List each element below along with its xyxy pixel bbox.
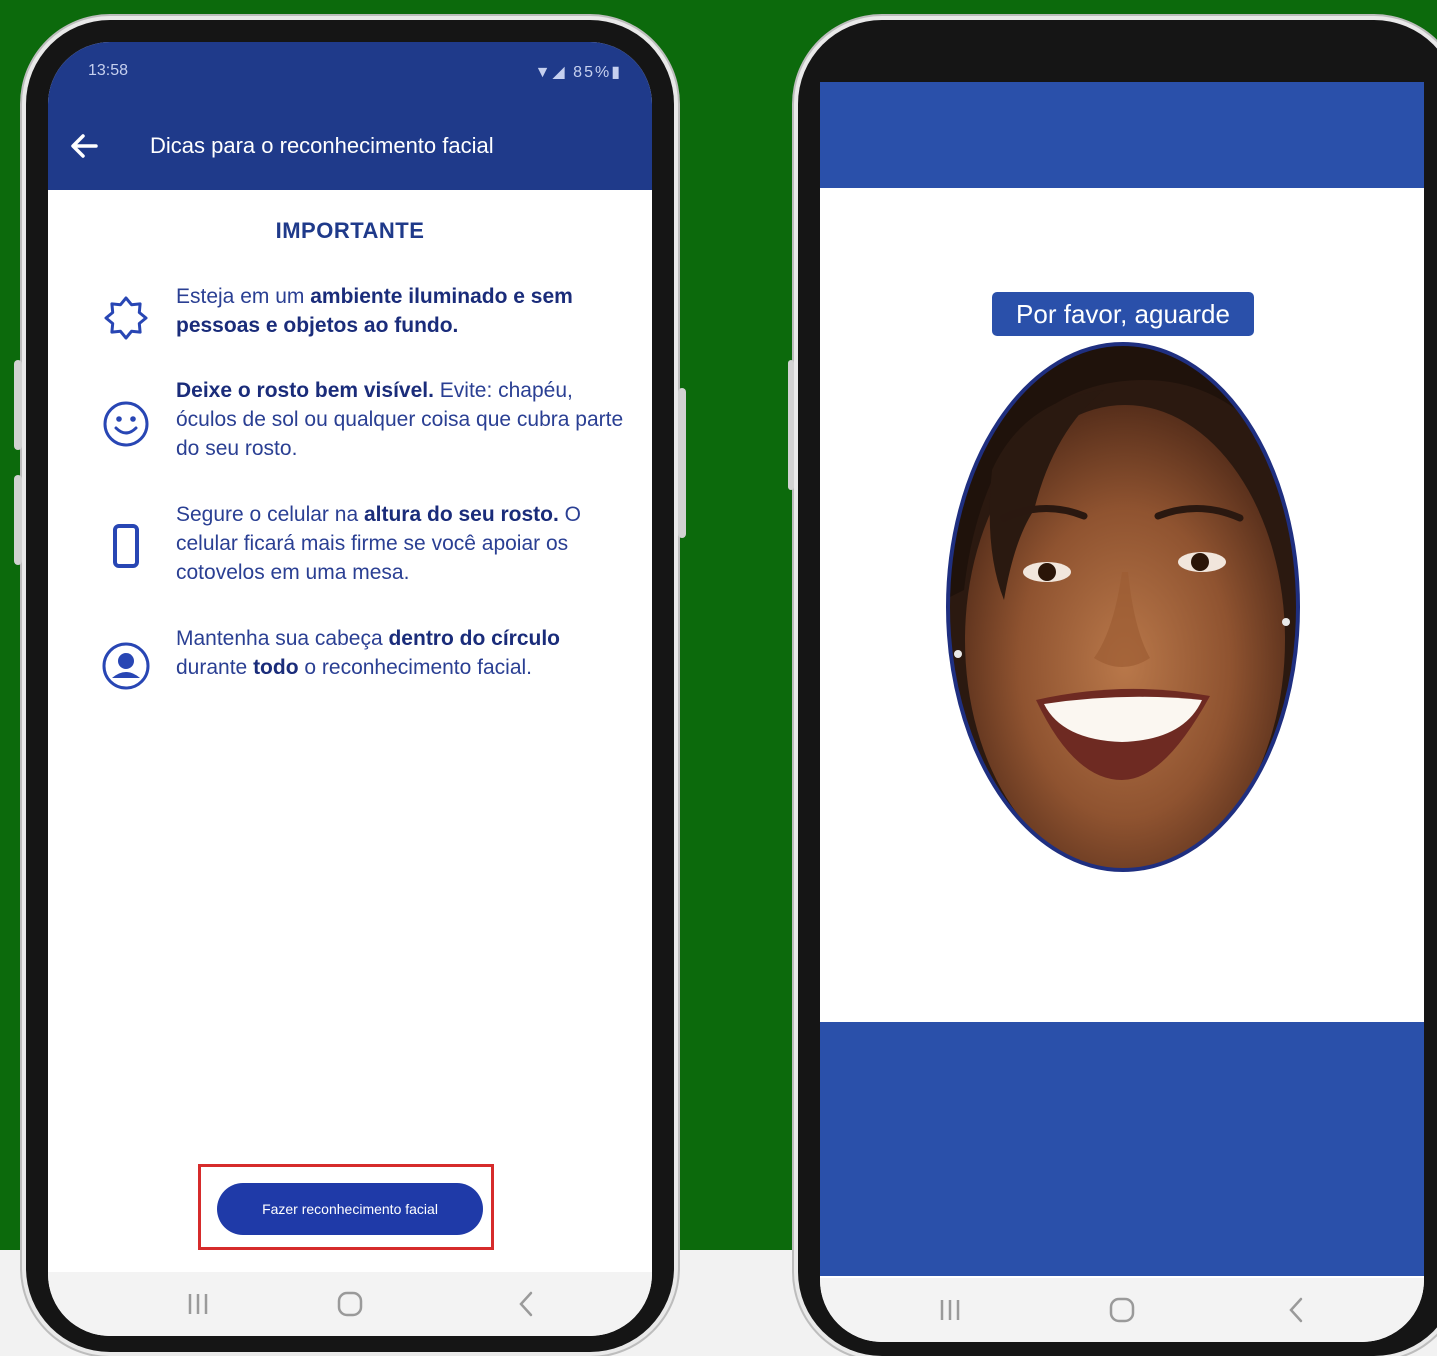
- app-bar: Dicas para o reconhecimento facial: [48, 100, 652, 190]
- tip-text-bold: todo: [253, 656, 299, 679]
- status-bar: 13:58 ▼◢ 85%▮: [48, 42, 652, 100]
- tip-text-regular: Esteja em um: [176, 285, 311, 308]
- side-button: [678, 388, 686, 538]
- tip-text-regular: Mantenha sua cabeça: [176, 627, 389, 650]
- power-button: [14, 475, 22, 565]
- page-title: Dicas para o reconhecimento facial: [150, 133, 494, 158]
- tip-text: Segure o celular na altura do seu rosto.…: [176, 500, 636, 587]
- tip-text: Mantenha sua cabeça dentro do círculo du…: [176, 624, 636, 682]
- system-nav-bar: [48, 1272, 652, 1336]
- recent-apps-icon[interactable]: [900, 1278, 1000, 1342]
- status-icons: ▼◢ 85%▮: [534, 64, 622, 81]
- tip-text-bold: altura do seu rosto.: [363, 503, 559, 526]
- face-photo-oval: [946, 342, 1300, 872]
- status-time: 13:58: [88, 62, 129, 79]
- tip-text: Esteja em um ambiente iluminado e sem pe…: [176, 282, 636, 340]
- back-chevron-icon[interactable]: [476, 1272, 576, 1336]
- sun-icon: [104, 296, 148, 340]
- section-heading: IMPORTANTE: [275, 218, 425, 243]
- tips-screen: 13:58 ▼◢ 85%▮ Dicas para o reconheciment…: [48, 42, 652, 1336]
- header-band: [820, 82, 1424, 188]
- loading-screen: Por favor, aguarde: [820, 82, 1424, 1342]
- tip-text-regular: durante: [176, 656, 254, 679]
- tip-text-bold: dentro do círculo: [388, 627, 560, 650]
- tip-text-bold: Deixe o rosto bem visível.: [176, 379, 434, 402]
- smartphone-icon: [113, 524, 139, 568]
- wait-message: Por favor, aguarde: [992, 292, 1254, 336]
- home-icon[interactable]: [300, 1272, 400, 1336]
- recent-apps-icon[interactable]: [148, 1272, 248, 1336]
- volume-button: [14, 360, 22, 450]
- cta-highlight-frame: Fazer reconhecimento facial: [198, 1164, 494, 1250]
- start-facial-recognition-button[interactable]: Fazer reconhecimento facial: [217, 1183, 483, 1235]
- tip-text-regular: Segure o celular na: [176, 503, 364, 526]
- side-button: [788, 360, 794, 490]
- arrow-left-icon[interactable]: [66, 128, 102, 164]
- home-icon[interactable]: [1072, 1278, 1172, 1342]
- tip-text-regular: o reconhecimento facial.: [298, 656, 533, 679]
- smiley-face-icon: [103, 401, 149, 447]
- back-chevron-icon[interactable]: [1246, 1278, 1346, 1342]
- face-circle-icon: [102, 642, 150, 690]
- phone-left: 13:58 ▼◢ 85%▮ Dicas para o reconheciment…: [14, 20, 686, 1352]
- footer-band: [820, 1022, 1424, 1276]
- tip-text: Deixe o rosto bem visível. Evite: chapéu…: [176, 376, 636, 463]
- system-nav-bar: [820, 1278, 1424, 1342]
- phone-right: Por favor, aguarde: [788, 20, 1437, 1356]
